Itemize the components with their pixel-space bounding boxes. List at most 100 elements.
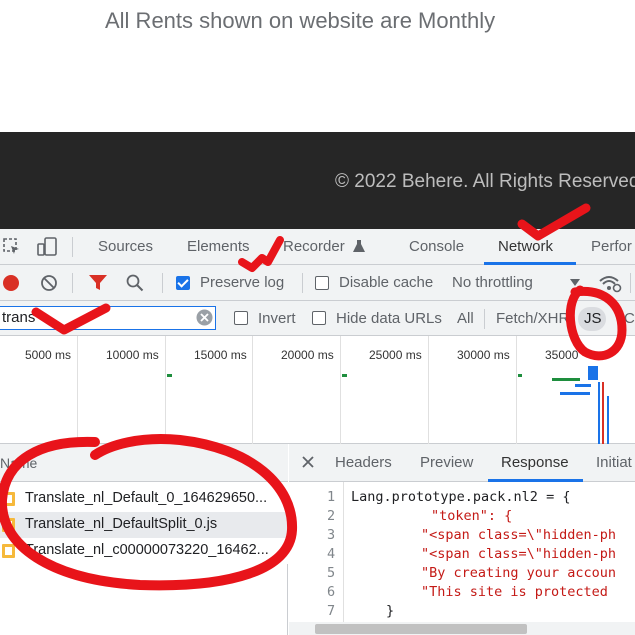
tab-performance[interactable]: Perfor: [591, 238, 632, 255]
horizontal-scrollbar[interactable]: [289, 622, 635, 635]
separator: [484, 309, 485, 329]
request-name: Translate_nl_Default_0_164629650...: [25, 490, 268, 506]
throttling-select[interactable]: No throttling: [452, 274, 533, 291]
line-number: 2: [327, 508, 336, 524]
timeline-tick: 15000 ms: [194, 348, 247, 362]
name-column-header[interactable]: Name: [0, 455, 40, 471]
detail-tabbar: Headers Preview Response Initiat: [289, 444, 635, 482]
device-toolbar-icon[interactable]: [36, 236, 58, 258]
detail-tab-headers[interactable]: Headers: [335, 454, 392, 471]
request-name: Translate_nl_DefaultSplit_0.js: [25, 516, 218, 532]
search-icon[interactable]: [126, 274, 144, 292]
timeline-marker: [607, 396, 609, 444]
network-timeline[interactable]: 5000 ms 10000 ms 15000 ms 20000 ms 25000…: [0, 336, 635, 444]
preserve-log-checkbox[interactable]: [176, 276, 190, 290]
scrollbar-thumb[interactable]: [315, 624, 527, 634]
type-filter-all[interactable]: All: [457, 310, 474, 327]
tab-sources[interactable]: Sources: [98, 238, 153, 255]
line-number: 4: [327, 546, 336, 562]
detail-tab-initiator[interactable]: Initiat: [596, 454, 632, 471]
preserve-log-label[interactable]: Preserve log: [200, 274, 284, 291]
network-conditions-icon[interactable]: [598, 273, 622, 293]
hide-data-urls-label[interactable]: Hide data URLs: [336, 310, 442, 327]
code-line: Lang.prototype.pack.nl2 = {: [351, 489, 571, 505]
timeline-bar: [342, 374, 347, 377]
line-number: 5: [327, 565, 336, 581]
separator: [72, 273, 73, 293]
network-toolbar: Preserve log Disable cache No throttling: [0, 265, 635, 301]
timeline-bar: [518, 374, 522, 377]
timeline-gridline: [516, 336, 517, 444]
record-icon[interactable]: [1, 273, 21, 293]
code-line: "<span class=\"hidden-ph: [421, 546, 617, 562]
notice-text: All Rents shown on website are Monthly: [105, 8, 496, 33]
timeline-gridline: [340, 336, 341, 444]
type-filter-js-label: JS: [584, 310, 602, 327]
code-line: "token": {: [431, 508, 513, 524]
tab-network[interactable]: Network: [498, 238, 553, 255]
network-filter-bar: trans Invert Hide data URLs All Fetch/XH…: [0, 301, 635, 336]
tab-console[interactable]: Console: [409, 238, 464, 255]
page-notice: All Rents shown on website are Monthly: [0, 0, 635, 132]
disable-cache-label[interactable]: Disable cache: [339, 274, 433, 291]
timeline-bar: [575, 384, 591, 387]
request-detail: Headers Preview Response Initiat 1 2 3 4…: [289, 444, 635, 635]
code-line: "This site is protected: [421, 584, 608, 600]
response-code-view[interactable]: 1 2 3 4 5 6 7 Lang.prototype.pack.nl2 = …: [289, 482, 635, 635]
clear-icon[interactable]: [40, 274, 58, 292]
devtools-panel: Sources Elements Recorder Console Networ…: [0, 229, 635, 635]
js-file-icon: [2, 492, 15, 506]
timeline-bar: [167, 374, 172, 377]
filter-input[interactable]: trans: [0, 306, 216, 330]
tab-elements[interactable]: Elements: [187, 238, 250, 255]
filter-icon[interactable]: [88, 274, 108, 292]
filter-input-value: trans: [2, 309, 36, 326]
timeline-marker: [598, 382, 600, 444]
js-file-icon: [2, 518, 15, 532]
timeline-bar: [560, 392, 590, 395]
timeline-marker: [602, 382, 604, 444]
js-file-icon: [2, 544, 15, 558]
network-lower-split: Name Translate_nl_Default_0_164629650...…: [0, 444, 635, 635]
disable-cache-checkbox[interactable]: [315, 276, 329, 290]
invert-checkbox[interactable]: [234, 311, 248, 325]
timeline-tick: 35000: [545, 348, 579, 362]
separator: [630, 273, 631, 293]
separator: [72, 237, 73, 257]
line-number: 7: [327, 603, 336, 619]
chevron-down-icon[interactable]: [570, 279, 580, 287]
clear-filter-icon[interactable]: [196, 309, 213, 326]
hide-data-urls-checkbox[interactable]: [312, 311, 326, 325]
type-filter-js[interactable]: JS: [578, 307, 606, 331]
request-list: Name Translate_nl_Default_0_164629650...…: [0, 444, 288, 635]
close-icon[interactable]: [302, 456, 314, 468]
timeline-gridline: [77, 336, 78, 444]
request-list-header[interactable]: Name: [0, 444, 288, 482]
footer-copyright: © 2022 Behere. All Rights Reserved: [335, 171, 635, 192]
request-row[interactable]: Translate_nl_Default_0_164629650...: [0, 486, 288, 512]
inspect-element-icon[interactable]: [2, 237, 22, 257]
devtools-tabbar: Sources Elements Recorder Console Networ…: [0, 229, 635, 265]
tab-recorder[interactable]: Recorder: [283, 238, 345, 255]
timeline-tick: 30000 ms: [457, 348, 510, 362]
timeline-tick: 20000 ms: [281, 348, 334, 362]
type-filter-css[interactable]: CSS: [624, 310, 635, 327]
invert-label[interactable]: Invert: [258, 310, 296, 327]
timeline-tick: 5000 ms: [25, 348, 72, 362]
flask-icon: [353, 240, 365, 252]
separator: [162, 273, 163, 293]
line-number: 1: [327, 489, 336, 505]
page-footer: © 2022 Behere. All Rights Reserved: [0, 132, 635, 229]
line-number: 6: [327, 584, 336, 600]
code-line: "<span class=\"hidden-ph: [421, 527, 617, 543]
detail-tab-response[interactable]: Response: [501, 454, 569, 471]
separator: [302, 273, 303, 293]
request-row-selected[interactable]: Translate_nl_DefaultSplit_0.js: [0, 512, 288, 538]
detail-tab-preview[interactable]: Preview: [420, 454, 473, 471]
line-number: 3: [327, 527, 336, 543]
request-row[interactable]: Translate_nl_c00000073220_16462...: [0, 538, 288, 564]
request-name: Translate_nl_c00000073220_16462...: [25, 542, 269, 558]
type-filter-fetch-xhr[interactable]: Fetch/XHR: [496, 310, 569, 327]
code-line: "By creating your accoun: [421, 565, 617, 581]
timeline-gridline: [165, 336, 166, 444]
